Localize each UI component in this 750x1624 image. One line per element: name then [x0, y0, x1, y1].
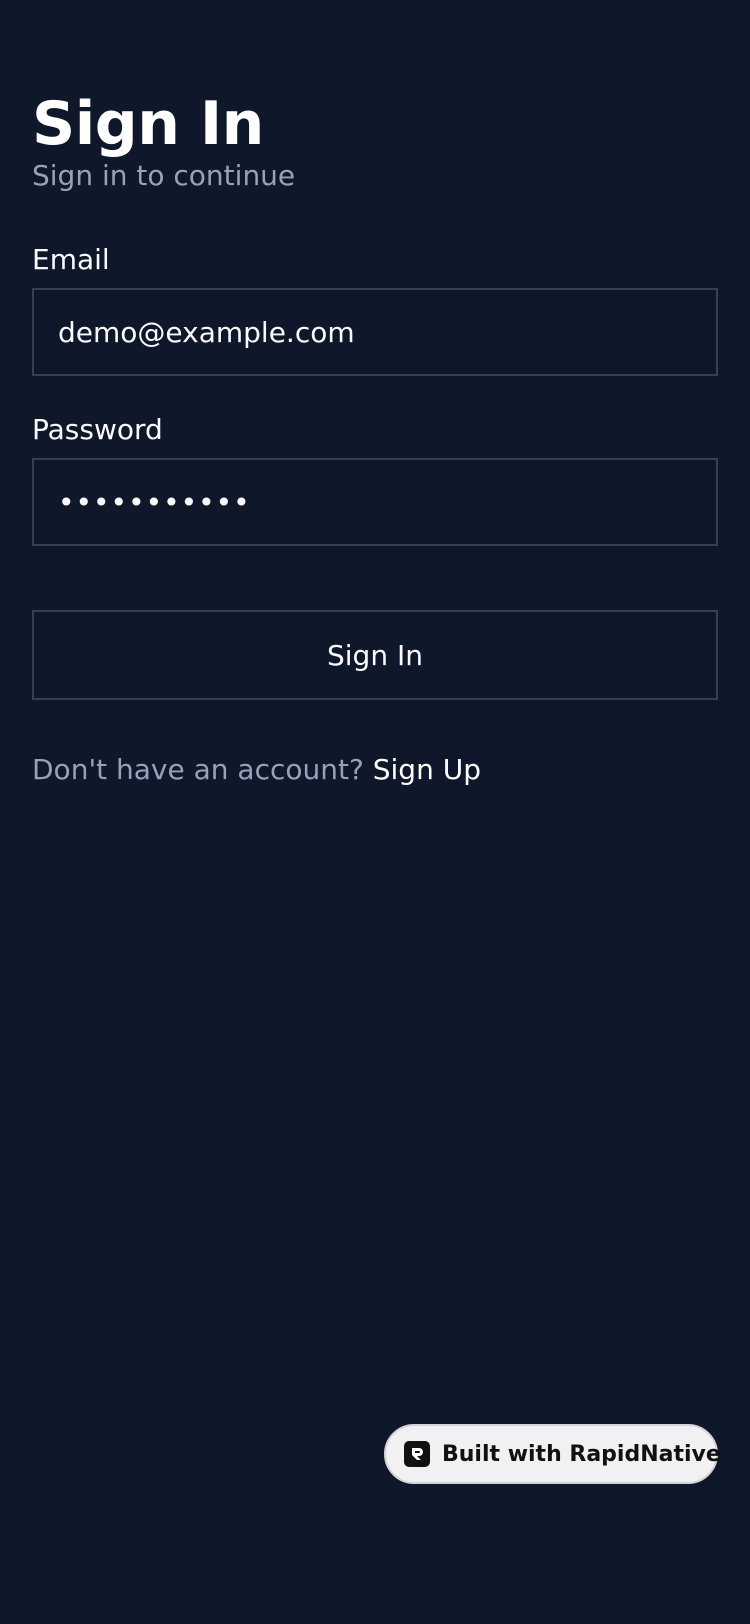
password-label: Password: [32, 413, 163, 446]
sign-in-button[interactable]: Sign In: [32, 610, 718, 700]
sign-in-button-label: Sign In: [327, 638, 423, 672]
badge-label: Built with RapidNative: [442, 1441, 721, 1467]
page-subtitle: Sign in to continue: [32, 159, 296, 192]
signup-prompt-text: Don't have an account?: [32, 753, 364, 786]
email-field[interactable]: demo@example.com: [32, 288, 718, 376]
sign-in-content: Sign In Sign in to continue Email demo@e…: [32, 86, 718, 788]
email-label: Email: [32, 243, 110, 276]
page-title: Sign In: [32, 89, 264, 159]
sign-up-link[interactable]: Sign Up: [373, 753, 481, 786]
signup-prompt: Don't have an account? Sign Up: [32, 752, 718, 788]
password-field-value: •••••••••••: [58, 485, 251, 519]
email-field-value: demo@example.com: [58, 315, 355, 349]
rapidnative-logo-icon: [404, 1441, 430, 1467]
password-field[interactable]: •••••••••••: [32, 458, 718, 546]
built-with-badge[interactable]: Built with RapidNative: [384, 1424, 721, 1484]
sign-in-screen: Sign In Sign in to continue Email demo@e…: [0, 0, 750, 1624]
